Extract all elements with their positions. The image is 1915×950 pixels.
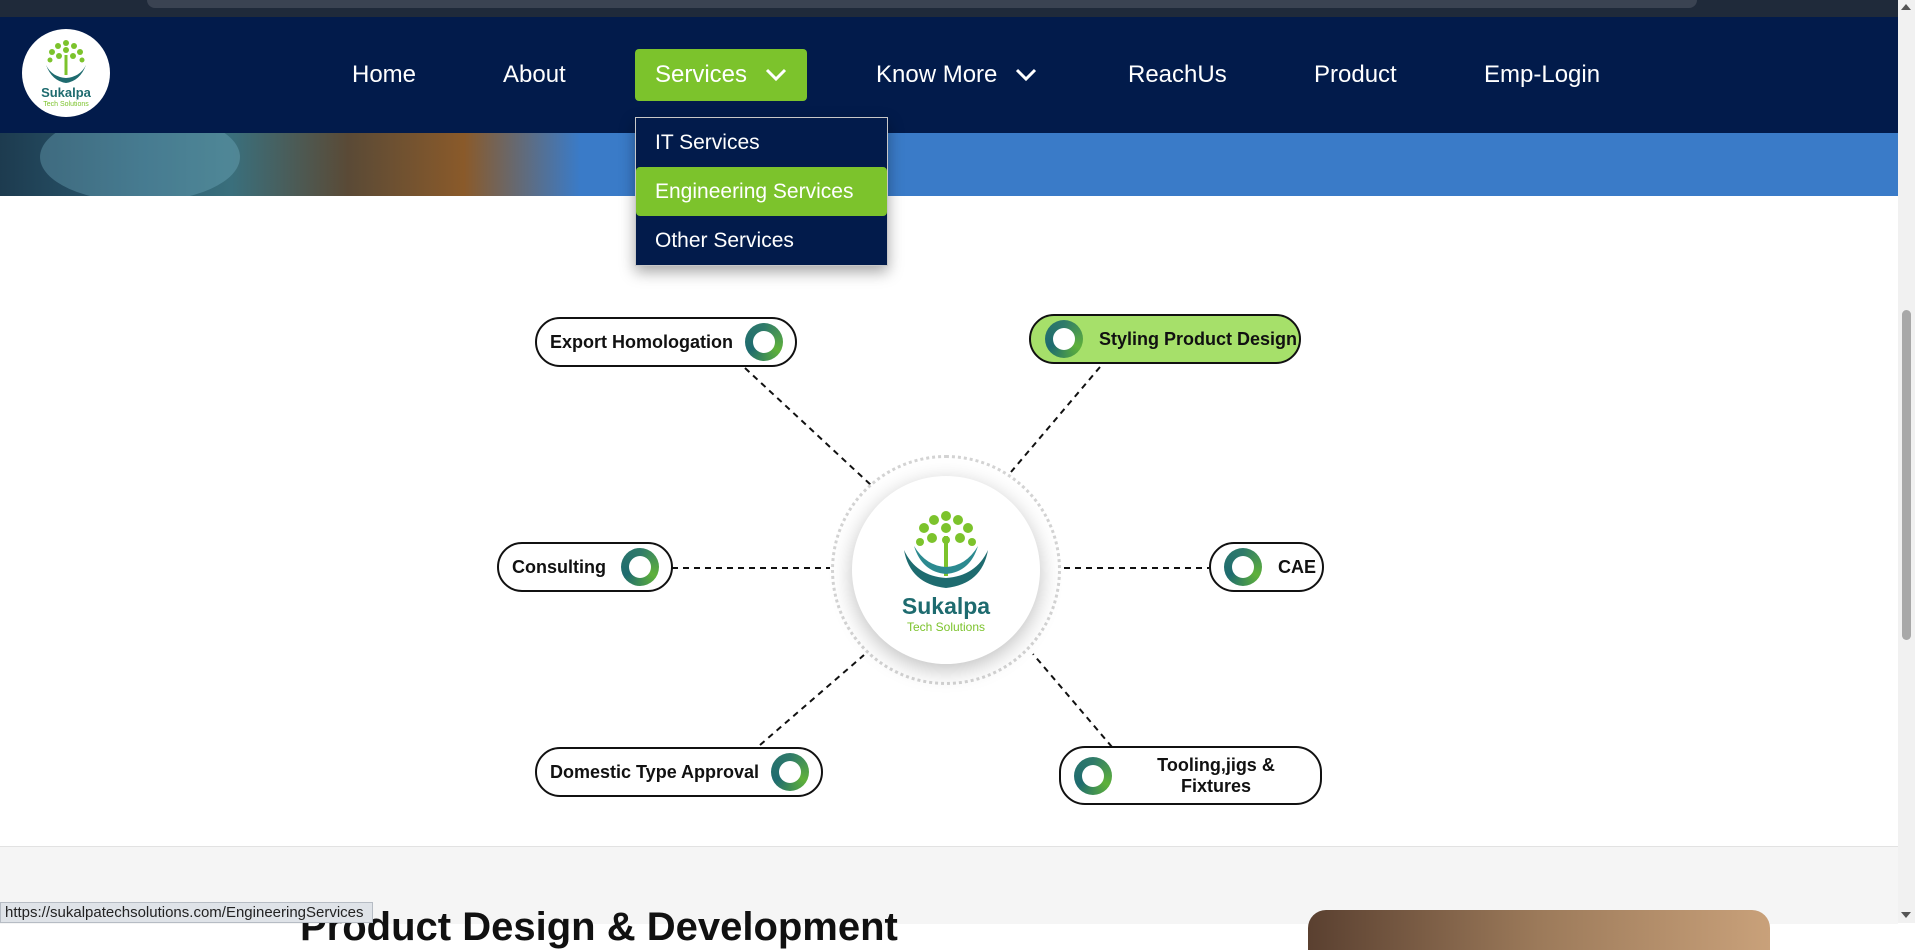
- ring-icon: [745, 323, 783, 361]
- section-photo: [1308, 910, 1770, 950]
- status-url-text: https://sukalpatechsolutions.com/Enginee…: [5, 904, 364, 921]
- scroll-thumb[interactable]: [1902, 310, 1911, 640]
- ring-icon: [771, 753, 809, 791]
- service-node-export-homologation[interactable]: Export Homologation: [535, 317, 797, 367]
- service-node-label: Domestic Type Approval: [550, 761, 760, 782]
- hub-tagline: Tech Solutions: [907, 620, 985, 634]
- section-heading: Product Design & Development: [300, 905, 898, 949]
- ring-icon: [1224, 548, 1262, 586]
- page-scrollbar[interactable]: [1898, 0, 1915, 923]
- ring-icon: [1074, 756, 1112, 795]
- connector-line: [744, 367, 873, 487]
- hub-logo-circle: Sukalpa Tech Solutions: [852, 476, 1040, 664]
- service-node-cae[interactable]: CAE: [1209, 542, 1324, 592]
- connector-line: [759, 654, 865, 746]
- connector-line: [1010, 366, 1101, 473]
- connector-line: [1032, 653, 1113, 748]
- service-node-label: Styling Product Design: [1099, 328, 1298, 349]
- service-node-label: Consulting: [512, 556, 606, 577]
- service-node-consulting[interactable]: Consulting: [497, 542, 673, 592]
- status-bar-url: https://sukalpatechsolutions.com/Enginee…: [0, 902, 373, 923]
- scroll-down-arrow-icon[interactable]: [1901, 912, 1911, 918]
- ring-icon: [1045, 320, 1083, 358]
- hub-tree-logo-icon: Sukalpa Tech Solutions: [902, 511, 990, 634]
- scroll-up-arrow-icon[interactable]: [1901, 4, 1911, 10]
- service-node-styling-product-design[interactable]: Styling Product Design: [1029, 314, 1301, 364]
- ring-icon: [621, 548, 659, 586]
- service-node-label: CAE: [1278, 556, 1317, 577]
- service-node-label: Tooling,jigs & Fixtures: [1157, 754, 1275, 796]
- service-node-label: Export Homologation: [550, 331, 733, 352]
- service-node-tooling-jigs-fixtures[interactable]: Tooling,jigs & Fixtures: [1059, 746, 1322, 805]
- hub-brand-name: Sukalpa: [902, 593, 990, 619]
- service-node-domestic-type-approval[interactable]: Domestic Type Approval: [535, 747, 823, 797]
